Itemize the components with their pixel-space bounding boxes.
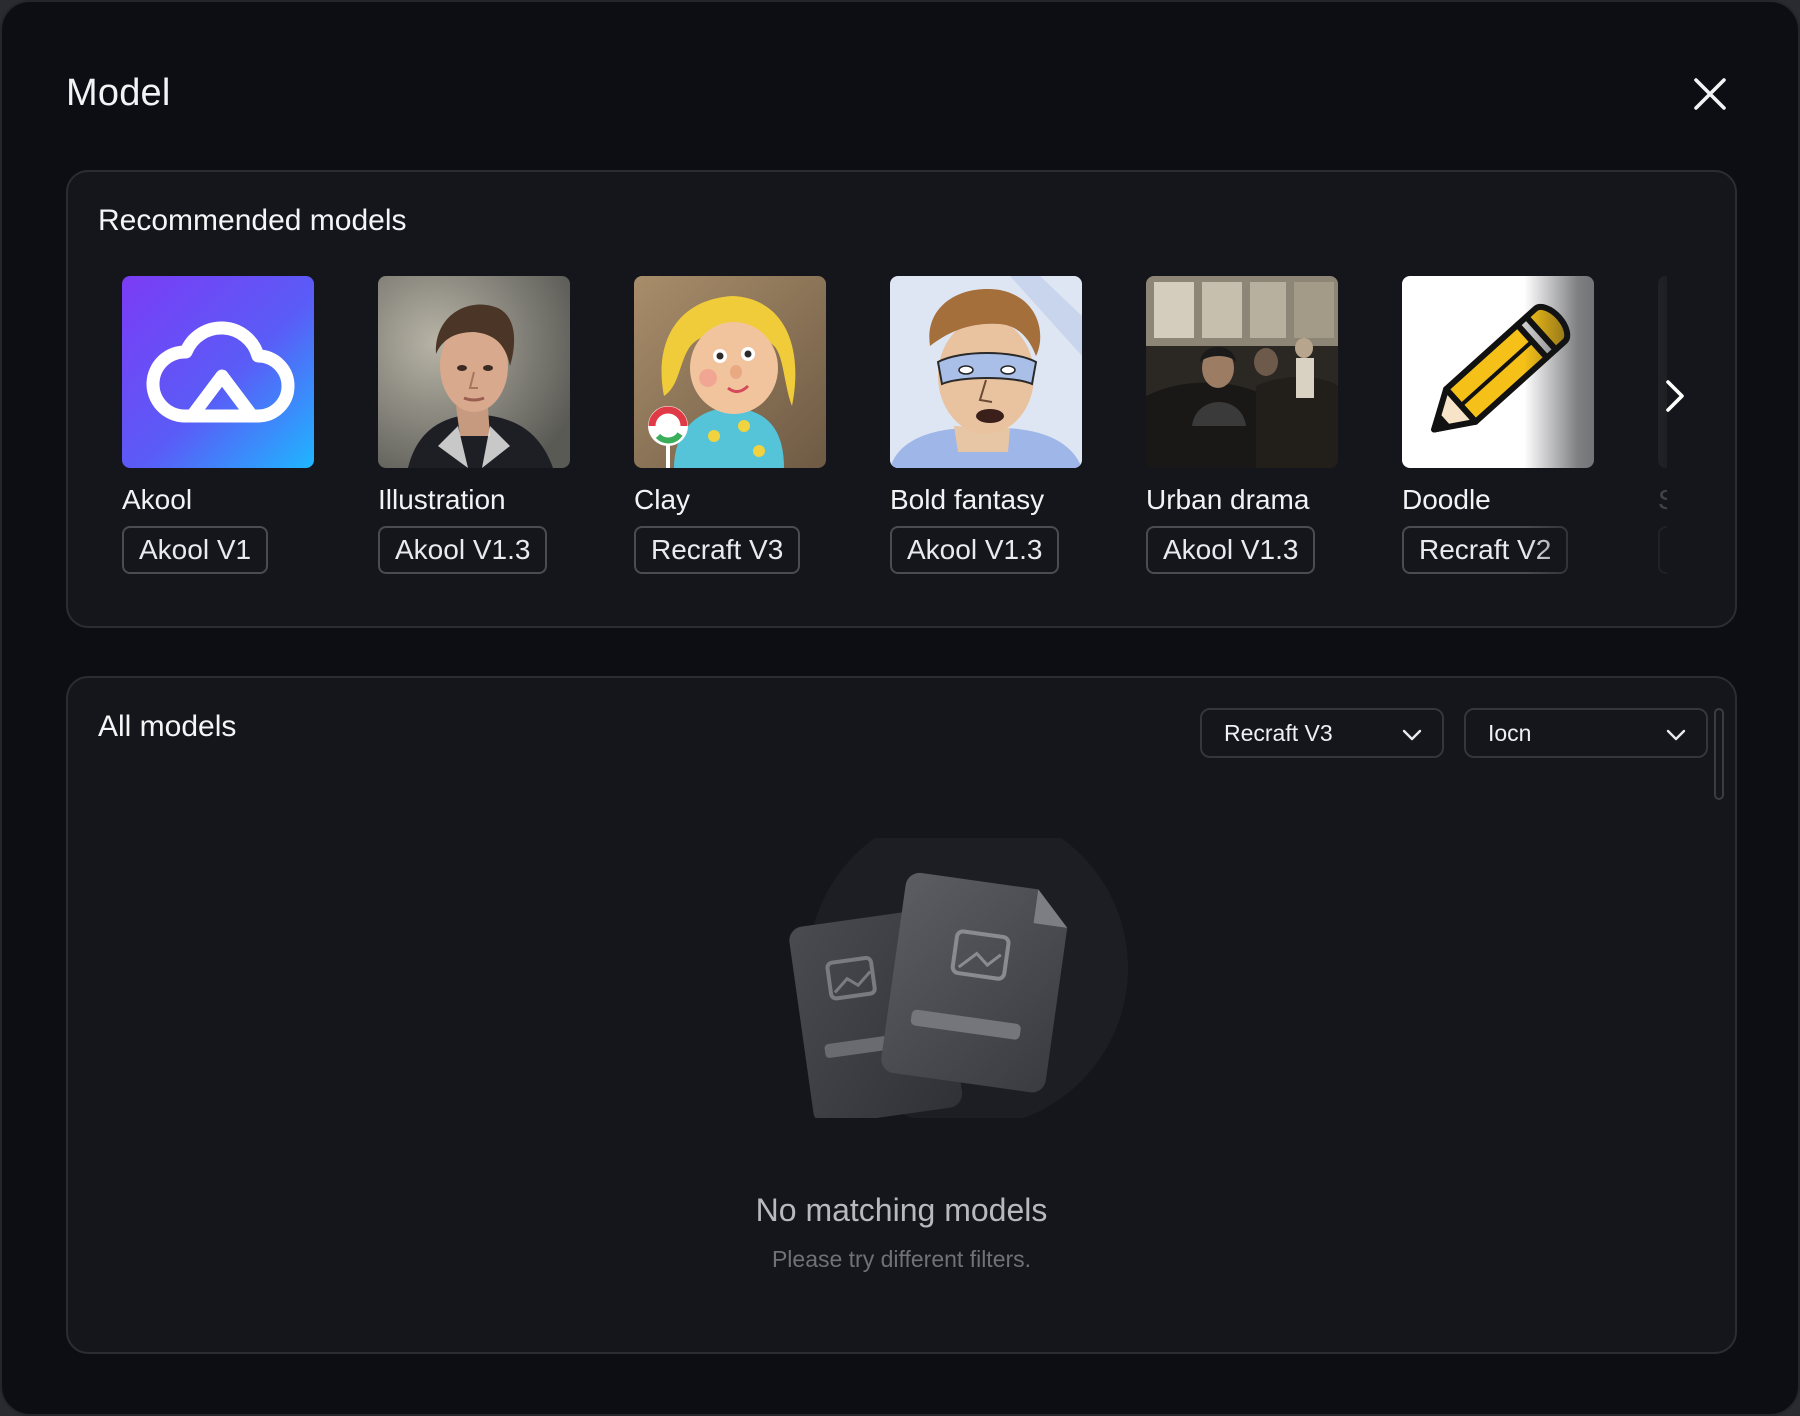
model-card-illustration[interactable]: Illustration Akool V1.3 — [378, 276, 570, 574]
model-version-tag: Recraft V2 — [1402, 526, 1569, 574]
empty-state-title: No matching models — [755, 1192, 1048, 1228]
recommended-carousel: Akool Akool V1 Illustration Akool V1.3 C… — [122, 276, 1667, 596]
comic-hero-image-icon — [890, 276, 1082, 468]
clay-doll-image-icon — [634, 276, 826, 468]
model-version-tag: Akool V1.3 — [1146, 526, 1316, 574]
model-thumbnail[interactable] — [122, 276, 314, 468]
model-version-tag: Akool V1.3 — [378, 526, 548, 574]
model-version-tag: Ak — [1658, 526, 1667, 574]
all-models-panel: All models Recraft V3 Iocn No matching m… — [66, 676, 1737, 1354]
model-filter-dropdown[interactable]: Recraft V3 — [1200, 708, 1444, 758]
all-models-title: All models — [98, 710, 237, 743]
model-name: Doodle — [1402, 484, 1491, 515]
model-card-bold-fantasy[interactable]: Bold fantasy Akool V1.3 — [890, 276, 1082, 574]
recommended-models-title: Recommended models — [98, 204, 407, 237]
portrait-image-icon — [378, 276, 570, 468]
model-thumbnail[interactable] — [378, 276, 570, 468]
bus-photo-image-icon — [1146, 276, 1338, 468]
close-icon — [1694, 78, 1726, 110]
model-filter-value: Recraft V3 — [1224, 720, 1333, 746]
empty-state-subtitle: Please try different filters. — [771, 1246, 1032, 1272]
empty-images-icon — [789, 838, 1128, 1118]
modal-title: Model — [66, 72, 171, 114]
model-name: Akool — [122, 484, 193, 515]
model-card-doodle[interactable]: Doodle Recraft V2 — [1402, 276, 1594, 574]
style-filter-value: Iocn — [1488, 720, 1532, 746]
model-version-tag: Akool V1.3 — [890, 526, 1060, 574]
chevron-down-icon — [1666, 729, 1686, 741]
pencil-doodle-image-icon — [1402, 276, 1594, 468]
model-modal: Model Recommended models Akool Akool V1 … — [0, 0, 1800, 1416]
recommended-models-panel: Recommended models Akool Akool V1 Illust… — [66, 170, 1737, 628]
model-name: Urban drama — [1146, 484, 1310, 515]
model-version-tag: Akool V1 — [122, 526, 269, 574]
akool-logo-icon — [122, 276, 314, 468]
model-card-stu[interactable]: Stu Ak — [1658, 276, 1667, 574]
model-card-clay[interactable]: Clay Recraft V3 — [634, 276, 826, 574]
model-name: Stu — [1658, 484, 1667, 516]
model-thumbnail[interactable] — [634, 276, 826, 468]
model-name: Illustration — [378, 484, 506, 515]
model-card-urban-drama[interactable]: Urban drama Akool V1.3 — [1146, 276, 1338, 574]
carousel-next-button[interactable] — [1650, 372, 1698, 420]
model-name: Clay — [634, 484, 691, 515]
scrollbar[interactable] — [1714, 708, 1724, 800]
model-thumbnail[interactable] — [890, 276, 1082, 468]
chevron-down-icon — [1402, 729, 1422, 741]
model-name: Bold fantasy — [890, 484, 1045, 515]
model-card-akool[interactable]: Akool Akool V1 — [122, 276, 314, 574]
style-filter-dropdown[interactable]: Iocn — [1464, 708, 1708, 758]
close-button[interactable] — [1690, 74, 1730, 114]
model-version-tag: Recraft V3 — [634, 526, 801, 574]
chevron-right-icon — [1666, 380, 1684, 412]
model-thumbnail[interactable] — [1402, 276, 1594, 468]
model-thumbnail[interactable] — [1146, 276, 1338, 468]
